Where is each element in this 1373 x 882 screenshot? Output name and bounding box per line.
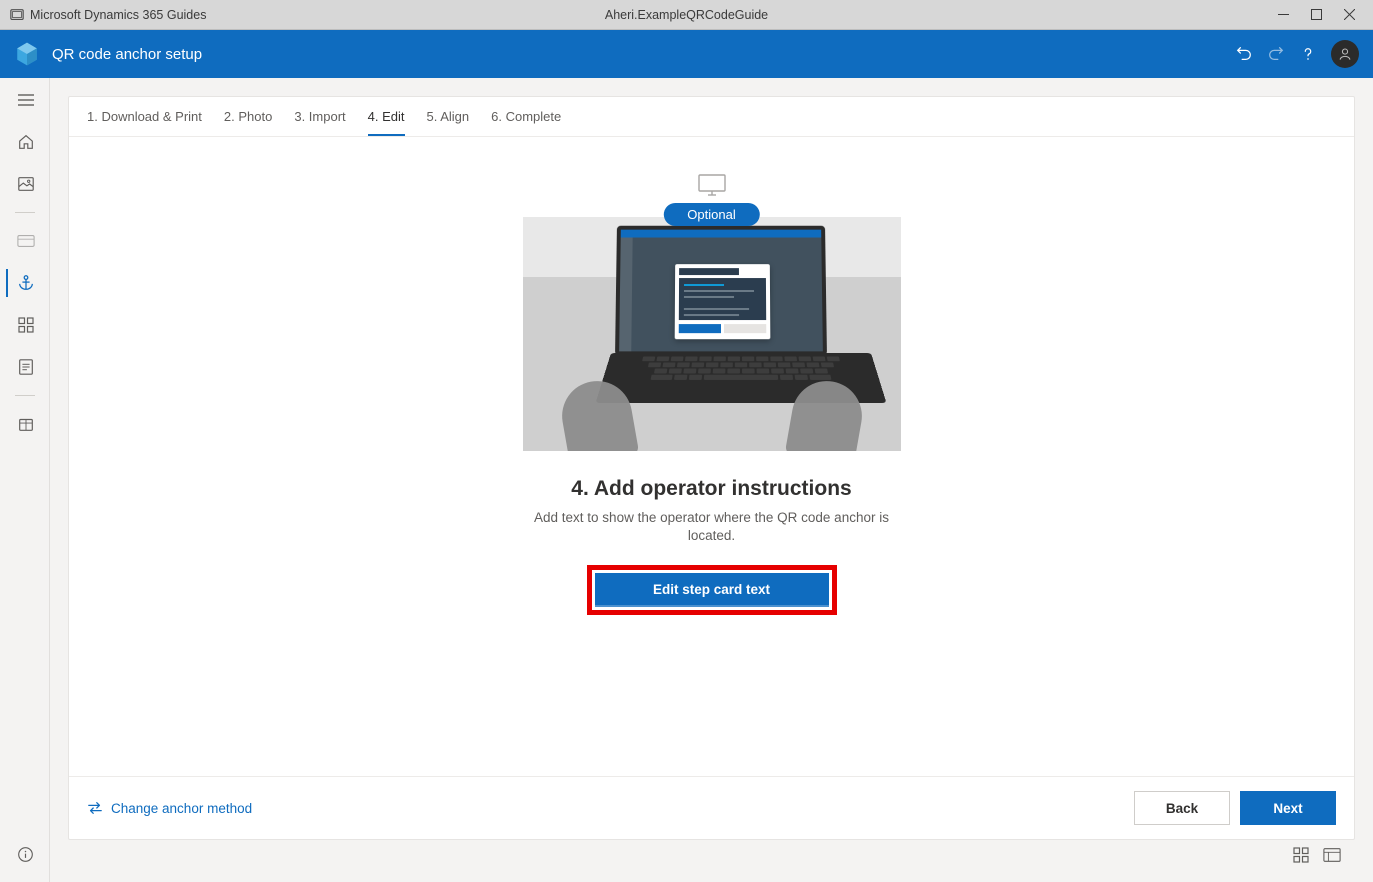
- document-title: Aheri.ExampleQRCodeGuide: [605, 8, 768, 22]
- step-description: Add text to show the operator where the …: [532, 509, 892, 545]
- change-anchor-method-link[interactable]: Change anchor method: [87, 801, 252, 816]
- sidebar-divider: [15, 212, 35, 213]
- account-button[interactable]: [1331, 40, 1359, 68]
- sidebar-item-task[interactable]: [6, 353, 44, 381]
- monitor-icon: [697, 173, 727, 199]
- tab-download-print[interactable]: 1. Download & Print: [87, 109, 202, 136]
- status-bar: [68, 840, 1355, 870]
- sidebar-item-anchor[interactable]: [6, 269, 44, 297]
- tab-align[interactable]: 5. Align: [427, 109, 470, 136]
- sidebar-item-media[interactable]: [6, 170, 44, 198]
- tab-photo[interactable]: 2. Photo: [224, 109, 272, 136]
- app-logo-icon: [14, 41, 40, 67]
- wizard-tabs: 1. Download & Print 2. Photo 3. Import 4…: [69, 97, 1354, 137]
- minimize-button[interactable]: [1278, 9, 1289, 20]
- wizard-card: 1. Download & Print 2. Photo 3. Import 4…: [68, 96, 1355, 840]
- app-icon: [10, 8, 24, 22]
- sidebar-divider: [15, 395, 35, 396]
- sidebar-info-button[interactable]: [6, 840, 44, 868]
- page-title: QR code anchor setup: [52, 46, 202, 63]
- view-grid-button[interactable]: [1293, 847, 1309, 863]
- window-title-bar: Microsoft Dynamics 365 Guides Aheri.Exam…: [0, 0, 1373, 30]
- change-anchor-label: Change anchor method: [111, 801, 252, 816]
- redo-button[interactable]: [1267, 45, 1285, 63]
- sidebar: [0, 78, 50, 882]
- highlight-box: Edit step card text: [587, 565, 837, 615]
- tab-complete[interactable]: 6. Complete: [491, 109, 561, 136]
- optional-badge: Optional: [663, 203, 759, 226]
- maximize-button[interactable]: [1311, 9, 1322, 20]
- close-button[interactable]: [1344, 9, 1355, 20]
- sidebar-item-card[interactable]: [6, 227, 44, 255]
- help-button[interactable]: [1299, 45, 1317, 63]
- sidebar-item-home[interactable]: [6, 128, 44, 156]
- step-title: 4. Add operator instructions: [571, 477, 851, 501]
- swap-icon: [87, 801, 103, 815]
- next-button[interactable]: Next: [1240, 791, 1336, 825]
- sidebar-collapse-button[interactable]: [6, 86, 44, 114]
- tab-import[interactable]: 3. Import: [294, 109, 345, 136]
- tab-edit[interactable]: 4. Edit: [368, 109, 405, 136]
- step-illustration: [523, 217, 901, 451]
- sidebar-item-package[interactable]: [6, 410, 44, 438]
- sidebar-item-grid[interactable]: [6, 311, 44, 339]
- app-name: Microsoft Dynamics 365 Guides: [30, 8, 206, 22]
- undo-button[interactable]: [1235, 45, 1253, 63]
- view-list-button[interactable]: [1323, 847, 1341, 863]
- back-button[interactable]: Back: [1134, 791, 1230, 825]
- app-header: QR code anchor setup: [0, 30, 1373, 78]
- edit-step-card-button[interactable]: Edit step card text: [595, 573, 829, 607]
